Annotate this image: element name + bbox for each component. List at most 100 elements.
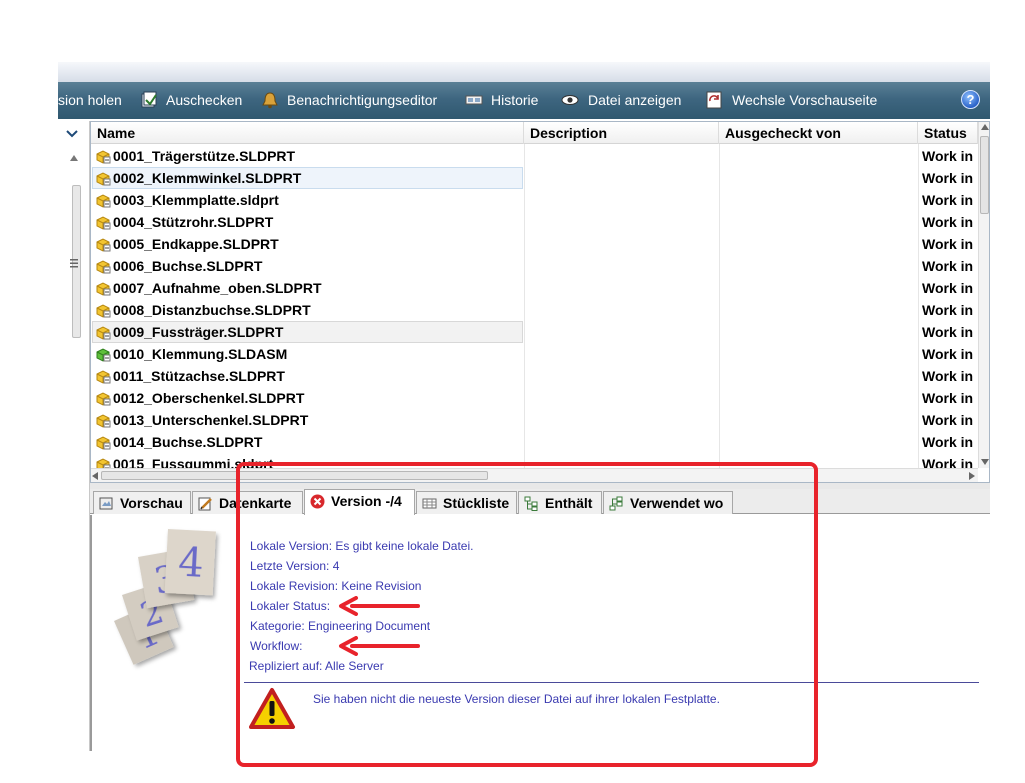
part-file-icon: [96, 238, 111, 252]
switch-preview-icon: [706, 91, 722, 109]
file-list: Name Description Ausgecheckt von Status …: [90, 121, 990, 483]
notification-editor-button[interactable]: Benachrichtigungseditor: [287, 82, 437, 119]
get-version-label: sion holen: [58, 92, 122, 108]
file-name: 0013_Unterschenkel.SLDPRT: [113, 412, 309, 428]
file-name-cell[interactable]: 0005_Endkappe.SLDPRT: [92, 233, 523, 255]
checkout-label: Auschecken: [166, 92, 243, 108]
column-header-name[interactable]: Name: [91, 122, 524, 144]
switch-preview-button[interactable]: Wechsle Vorschauseite: [732, 82, 877, 119]
table-row[interactable]: 0014_Buchse.SLDPRT Work in: [91, 431, 979, 453]
part-file-icon: [96, 436, 111, 450]
table-row[interactable]: 0002_Klemmwinkel.SLDPRT Work in: [91, 167, 979, 189]
file-name: 0005_Endkappe.SLDPRT: [113, 236, 279, 252]
scroll-right-arrow-icon[interactable]: [969, 472, 975, 480]
column-header-checked-out-by[interactable]: Ausgecheckt von: [719, 122, 918, 144]
file-status: Work in: [922, 346, 974, 362]
annotation-highlight-box: [236, 462, 818, 767]
file-name: 0011_Stützachse.SLDPRT: [113, 368, 285, 384]
column-header-description[interactable]: Description: [524, 122, 719, 144]
checkout-button[interactable]: Auschecken: [166, 82, 242, 119]
file-name-cell[interactable]: 0004_Stützrohr.SLDPRT: [92, 211, 523, 233]
file-name-cell[interactable]: 0010_Klemmung.SLDASM: [92, 343, 523, 365]
part-file-icon: [96, 150, 111, 164]
show-file-label: Datei anzeigen: [588, 92, 682, 108]
switch-preview-label: Wechsle Vorschauseite: [732, 92, 878, 108]
file-list-header: Name Description Ausgecheckt von Status: [91, 122, 989, 144]
file-list-vertical-scrollbar[interactable]: [978, 122, 989, 468]
file-name-cell[interactable]: 0014_Buchse.SLDPRT: [92, 431, 523, 453]
part-file-icon: [96, 260, 111, 274]
file-status: Work in: [922, 368, 974, 384]
file-name: 0004_Stützrohr.SLDPRT: [113, 214, 274, 230]
file-status: Work in: [922, 302, 974, 318]
vertical-scroll-thumb[interactable]: [980, 136, 989, 214]
file-name-cell[interactable]: 0013_Unterschenkel.SLDPRT: [92, 409, 523, 431]
file-status: Work in: [922, 148, 974, 164]
file-status: Work in: [922, 258, 974, 274]
history-icon: [465, 95, 483, 105]
table-row[interactable]: 0012_Oberschenkel.SLDPRT Work in: [91, 387, 979, 409]
file-status: Work in: [922, 324, 974, 340]
part-file-icon: [96, 172, 111, 186]
file-status: Work in: [922, 412, 974, 428]
file-status: Work in: [922, 390, 974, 406]
file-name-cell[interactable]: 0002_Klemmwinkel.SLDPRT: [92, 167, 523, 189]
table-row[interactable]: 0001_Trägerstütze.SLDPRT Work in: [91, 145, 979, 167]
file-status: Work in: [922, 170, 974, 186]
table-row[interactable]: 0013_Unterschenkel.SLDPRT Work in: [91, 409, 979, 431]
file-name-cell[interactable]: 0008_Distanzbuchse.SLDPRT: [92, 299, 523, 321]
file-status: Work in: [922, 434, 974, 450]
checkout-icon: [141, 91, 157, 108]
file-name-cell[interactable]: 0001_Trägerstütze.SLDPRT: [92, 145, 523, 167]
preview-icon: [99, 497, 113, 510]
version-card-number: 4: [177, 540, 205, 587]
tab-preview[interactable]: Vorschau: [93, 491, 191, 514]
part-file-icon: [96, 282, 111, 296]
file-name-cell[interactable]: 0007_Aufnahme_oben.SLDPRT: [92, 277, 523, 299]
scroll-up-arrow-icon[interactable]: [981, 124, 989, 130]
file-name: 0007_Aufnahme_oben.SLDPRT: [113, 280, 322, 296]
history-button[interactable]: Historie: [491, 82, 538, 119]
file-rows: 0001_Trägerstütze.SLDPRT Work in 0002_Klem…: [91, 145, 979, 475]
file-name-cell[interactable]: 0006_Buchse.SLDPRT: [92, 255, 523, 277]
file-name: 0006_Buchse.SLDPRT: [113, 258, 263, 274]
file-name-cell[interactable]: 0011_Stützachse.SLDPRT: [92, 365, 523, 387]
table-row[interactable]: 0010_Klemmung.SLDASM Work in: [91, 343, 979, 365]
part-file-icon: [96, 392, 111, 406]
scroll-left-arrow-icon[interactable]: [92, 472, 98, 480]
datacard-icon: [198, 497, 212, 511]
table-row[interactable]: 0007_Aufnahme_oben.SLDPRT Work in: [91, 277, 979, 299]
file-name-cell[interactable]: 0012_Oberschenkel.SLDPRT: [92, 387, 523, 409]
toolbar: sion holen Auschecken Benachrichtigungse…: [58, 82, 990, 119]
part-file-icon: [96, 414, 111, 428]
annotation-arrow-icon: [339, 596, 420, 616]
help-icon[interactable]: ?: [961, 90, 980, 109]
file-name-cell[interactable]: 0003_Klemmplatte.sldprt: [92, 189, 523, 211]
assembly-file-icon: [96, 348, 111, 362]
scroll-up-arrow-icon[interactable]: [70, 155, 78, 161]
table-row[interactable]: 0006_Buchse.SLDPRT Work in: [91, 255, 979, 277]
part-file-icon: [96, 326, 111, 340]
file-name: 0008_Distanzbuchse.SLDPRT: [113, 302, 311, 318]
notification-bell-icon: [262, 92, 278, 109]
chevron-down-icon[interactable]: [66, 129, 78, 139]
file-name-cell[interactable]: 0009_Fussträger.SLDPRT: [92, 321, 523, 343]
table-row[interactable]: 0003_Klemmplatte.sldprt Work in: [91, 189, 979, 211]
table-row[interactable]: 0008_Distanzbuchse.SLDPRT Work in: [91, 299, 979, 321]
scroll-down-arrow-icon[interactable]: [981, 459, 989, 465]
version-cards-illustration: 1 2 3 4: [113, 529, 216, 665]
column-header-status[interactable]: Status: [918, 122, 978, 144]
table-row[interactable]: 0011_Stützachse.SLDPRT Work in: [91, 365, 979, 387]
table-row[interactable]: 0005_Endkappe.SLDPRT Work in: [91, 233, 979, 255]
show-file-button[interactable]: Datei anzeigen: [588, 82, 681, 119]
table-row[interactable]: 0004_Stützrohr.SLDPRT Work in: [91, 211, 979, 233]
file-status: Work in: [922, 214, 974, 230]
annotation-arrow-icon: [339, 636, 420, 656]
notification-editor-label: Benachrichtigungseditor: [287, 92, 438, 108]
splitter-grip-icon[interactable]: [69, 258, 79, 268]
file-name: 0001_Trägerstütze.SLDPRT: [113, 148, 296, 164]
get-version-button[interactable]: sion holen: [58, 82, 122, 119]
file-name: 0003_Klemmplatte.sldprt: [113, 192, 279, 208]
part-file-icon: [96, 216, 111, 230]
table-row[interactable]: 0009_Fussträger.SLDPRT Work in: [91, 321, 979, 343]
